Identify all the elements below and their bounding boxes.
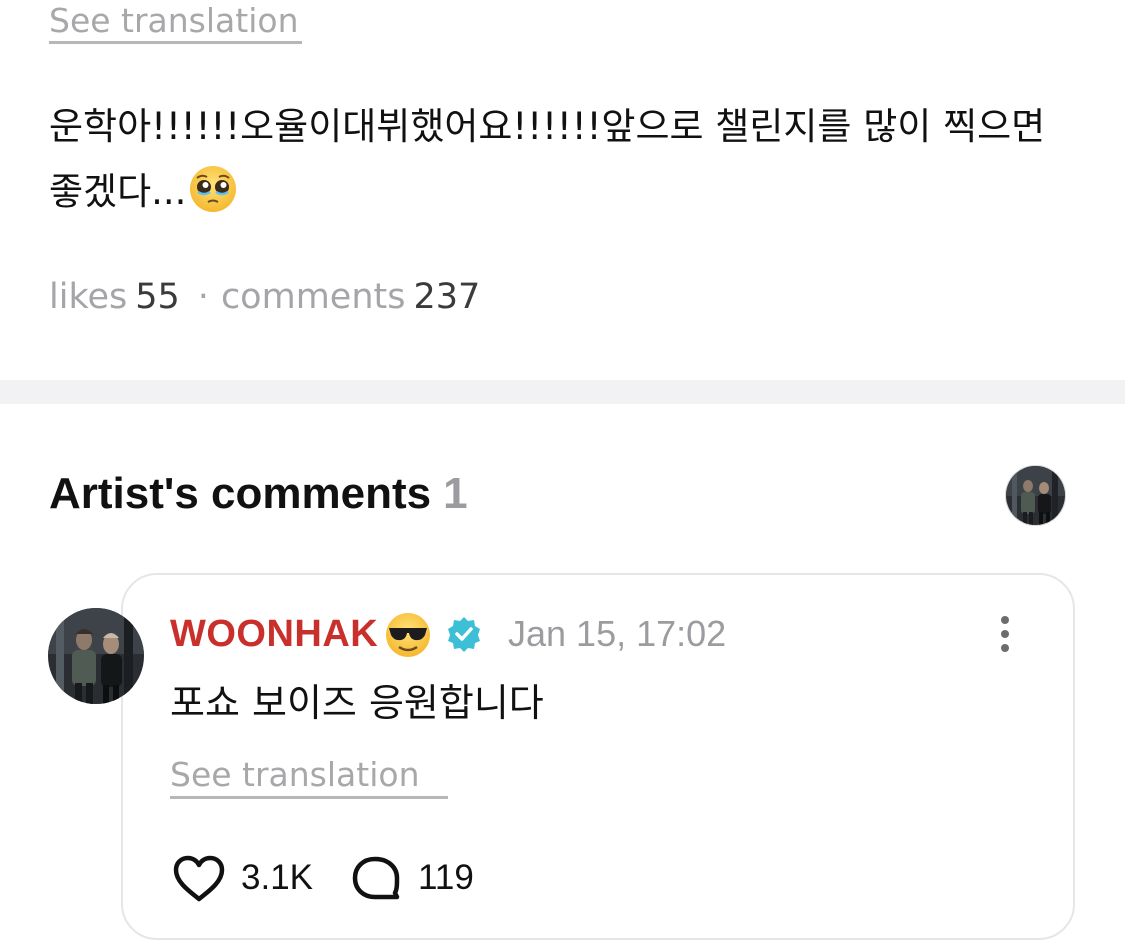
sunglasses-emoji: [386, 613, 430, 657]
likes-count[interactable]: 55: [135, 277, 180, 317]
comment-see-translation-link[interactable]: See translation: [170, 754, 419, 796]
see-translation-underline: [49, 41, 302, 44]
artist-avatar-image: [1006, 466, 1065, 525]
artist-comments-count: 1: [443, 469, 468, 518]
pleading-face-emoji: [190, 166, 237, 212]
comments-label: comments: [220, 277, 406, 317]
comment-author-avatar[interactable]: [48, 608, 144, 704]
comment-see-translation-underline: [170, 796, 448, 799]
comment-bubble-icon[interactable]: [351, 855, 403, 903]
artist-comments-title: Artist's comments: [49, 469, 432, 518]
post-detail-screen: See translation 운학아!!!!!!오율이대뷔했어요!!!!!!앞…: [0, 0, 1125, 942]
post-stats: likes 55 · comments 237: [49, 275, 480, 319]
stats-separator: ·: [197, 277, 209, 317]
more-vertical-icon[interactable]: [990, 612, 1020, 656]
comment-reply-count: 119: [418, 858, 474, 897]
heart-outline-icon[interactable]: [172, 855, 226, 903]
comment-timestamp: Jan 15, 17:02: [508, 613, 727, 654]
comment-author-avatar-image: [48, 608, 144, 704]
artist-comments-heading: Artist's comments 1: [49, 466, 468, 522]
section-divider: [0, 380, 1125, 404]
verified-badge-icon: [448, 617, 480, 652]
comments-count[interactable]: 237: [413, 277, 480, 317]
comment-text: 포쇼 보이즈 응원합니다: [170, 681, 544, 725]
likes-label: likes: [49, 277, 128, 317]
artist-avatar[interactable]: [1005, 465, 1066, 526]
post-body: 운학아!!!!!!오율이대뷔했어요!!!!!!앞으로 챌린지를 많이 찍으면 좋…: [49, 94, 1089, 224]
comment-like-count: 3.1K: [241, 858, 313, 897]
comment-author-name[interactable]: WOONHAK: [170, 610, 378, 658]
see-translation-link[interactable]: See translation: [49, 0, 298, 42]
